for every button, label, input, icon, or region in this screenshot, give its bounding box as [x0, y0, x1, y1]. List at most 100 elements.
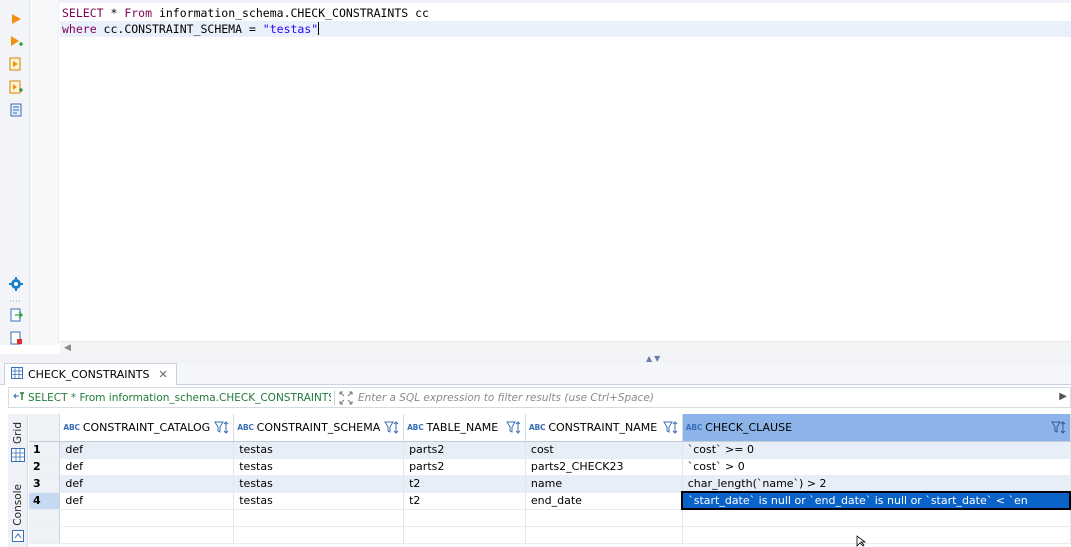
query-history-icon: [13, 391, 25, 404]
filter-sort-icon[interactable]: [1050, 420, 1067, 435]
code-line-2[interactable]: where cc.CONSTRAINT_SCHEMA = "testas": [60, 21, 1071, 37]
results-tab-bar: CHECK_CONSTRAINTS ✕: [0, 363, 1071, 385]
result-view-tabs: Grid Console: [8, 414, 28, 547]
table-cell[interactable]: `cost` > 0: [682, 458, 1071, 476]
empty-row: [29, 509, 1071, 527]
expand-filter-icon[interactable]: [338, 390, 354, 406]
export-icon[interactable]: [7, 306, 24, 323]
table-cell[interactable]: end_date: [525, 492, 683, 510]
row-number: [29, 509, 61, 527]
empty-cell: [682, 526, 1071, 544]
empty-cell: [233, 526, 405, 544]
empty-cell: [403, 509, 526, 527]
table-cell[interactable]: t2: [403, 475, 526, 493]
column-name: CONSTRAINT_NAME: [548, 420, 658, 434]
row-number: [29, 526, 61, 544]
table-cell[interactable]: testas: [233, 475, 405, 493]
table-cell[interactable]: def: [59, 475, 235, 493]
text-type-icon: ABC: [407, 422, 424, 432]
query-text: SELECT * From information_schema.CHECK_C…: [28, 391, 331, 404]
text-caret: [318, 22, 320, 35]
filter-input[interactable]: [354, 389, 1044, 406]
apply-filter-icon[interactable]: ▶: [1059, 391, 1067, 402]
empty-cell: [525, 509, 683, 527]
table-cell[interactable]: parts2: [403, 441, 526, 459]
table-cell[interactable]: cost: [525, 441, 683, 459]
code-line-1[interactable]: SELECT * From information_schema.CHECK_C…: [60, 5, 1071, 21]
table-cell[interactable]: char_length(`name`) > 2: [682, 475, 1071, 493]
execute-script-new-tab-icon[interactable]: [7, 78, 24, 95]
row-number[interactable]: 4: [29, 492, 61, 510]
console-tab-label: Console: [12, 484, 24, 526]
column-header-constraint-catalog[interactable]: ABC CONSTRAINT_CATALOG: [59, 414, 235, 442]
close-icon[interactable]: ✕: [158, 368, 167, 381]
settings-icon[interactable]: [7, 275, 24, 292]
table-cell[interactable]: name: [525, 475, 683, 493]
row-number[interactable]: 3: [29, 475, 61, 493]
filter-separator: [334, 390, 335, 405]
filter-bar: SELECT * From information_schema.CHECK_C…: [8, 387, 1071, 408]
sql-code[interactable]: SELECT * From information_schema.CHECK_C…: [60, 5, 1071, 37]
scroll-left-icon[interactable]: ◀: [64, 343, 71, 353]
grid-icon: [11, 448, 25, 465]
text-type-icon: ABC: [685, 422, 703, 432]
column-name: CONSTRAINT_SCHEMA: [256, 420, 381, 434]
selected-cell[interactable]: `start_date` is null or `end_date` is nu…: [681, 491, 1071, 510]
table-row[interactable]: 1 def testas parts2 cost `cost` >= 0: [29, 441, 1071, 459]
query-text-button[interactable]: SELECT * From information_schema.CHECK_C…: [9, 391, 331, 404]
table-cell[interactable]: def: [59, 492, 235, 510]
table-cell[interactable]: t2: [403, 492, 526, 510]
table-cell[interactable]: testas: [233, 492, 405, 510]
table-cell[interactable]: def: [59, 441, 235, 459]
execute-statement-icon[interactable]: [7, 10, 24, 27]
filter-sort-icon[interactable]: [384, 420, 400, 435]
keyword-where: where: [62, 22, 97, 36]
code-text: *: [103, 6, 125, 20]
table-cell[interactable]: def: [59, 458, 235, 476]
tab-check-constraints[interactable]: CHECK_CONSTRAINTS ✕: [4, 363, 177, 385]
filter-sort-icon[interactable]: [662, 420, 679, 435]
text-type-icon: ABC: [528, 422, 546, 432]
execute-script-icon[interactable]: [7, 55, 24, 72]
text-type-icon: ABC: [63, 422, 80, 432]
table-row[interactable]: 2 def testas parts2 parts2_CHECK23 `cost…: [29, 458, 1071, 476]
grid-tab-label: Grid: [12, 422, 24, 445]
row-number[interactable]: 1: [29, 441, 61, 459]
column-header-table-name[interactable]: ABC TABLE_NAME: [403, 414, 526, 442]
column-header-check-clause[interactable]: ABC CHECK_CLAUSE: [682, 414, 1071, 442]
results-grid[interactable]: ABC CONSTRAINT_CATALOG ABC CONSTRAINT_SCHE…: [29, 414, 1071, 547]
table-row[interactable]: 3 def testas t2 name char_length(`name`)…: [29, 475, 1071, 493]
explain-plan-icon[interactable]: [7, 101, 24, 118]
sql-editor[interactable]: SELECT * From information_schema.CHECK_C…: [0, 0, 1071, 354]
load-script-icon[interactable]: [7, 329, 24, 346]
empty-cell: [403, 526, 526, 544]
string-literal: "testas": [262, 22, 319, 36]
text-type-icon: ABC: [237, 422, 254, 432]
keyword-select: SELECT: [62, 6, 104, 20]
column-name: CONSTRAINT_CATALOG: [82, 420, 211, 434]
filter-sort-icon[interactable]: [506, 420, 522, 435]
table-row[interactable]: 4 def testas t2 end_date `start_date` is…: [29, 491, 1071, 510]
table-cell[interactable]: parts2_CHECK23: [525, 458, 683, 476]
keyword-from: From: [124, 6, 153, 20]
editor-top-border: [0, 0, 1071, 3]
table-cell[interactable]: parts2: [403, 458, 526, 476]
table-cell[interactable]: testas: [233, 441, 405, 459]
column-header-constraint-name[interactable]: ABC CONSTRAINT_NAME: [525, 414, 683, 442]
empty-row: [29, 526, 1071, 544]
execute-statement-new-tab-icon[interactable]: [7, 33, 24, 50]
table-cell[interactable]: testas: [233, 458, 405, 476]
column-header-constraint-schema[interactable]: ABC CONSTRAINT_SCHEMA: [233, 414, 405, 442]
empty-cell: [59, 509, 235, 527]
row-number-header[interactable]: [29, 414, 61, 442]
maximize-restore-icon[interactable]: ▲▼: [646, 354, 662, 363]
editor-horizontal-scrollbar[interactable]: ◀: [60, 341, 1071, 354]
column-name: CHECK_CLAUSE: [705, 420, 793, 434]
column-name: TABLE_NAME: [426, 420, 499, 434]
tab-grid[interactable]: Grid: [8, 422, 28, 465]
row-number[interactable]: 2: [29, 458, 61, 476]
tab-console[interactable]: Console: [8, 484, 28, 545]
filter-sort-icon[interactable]: [214, 420, 230, 435]
empty-cell: [525, 526, 683, 544]
table-cell[interactable]: `cost` >= 0: [682, 441, 1071, 459]
